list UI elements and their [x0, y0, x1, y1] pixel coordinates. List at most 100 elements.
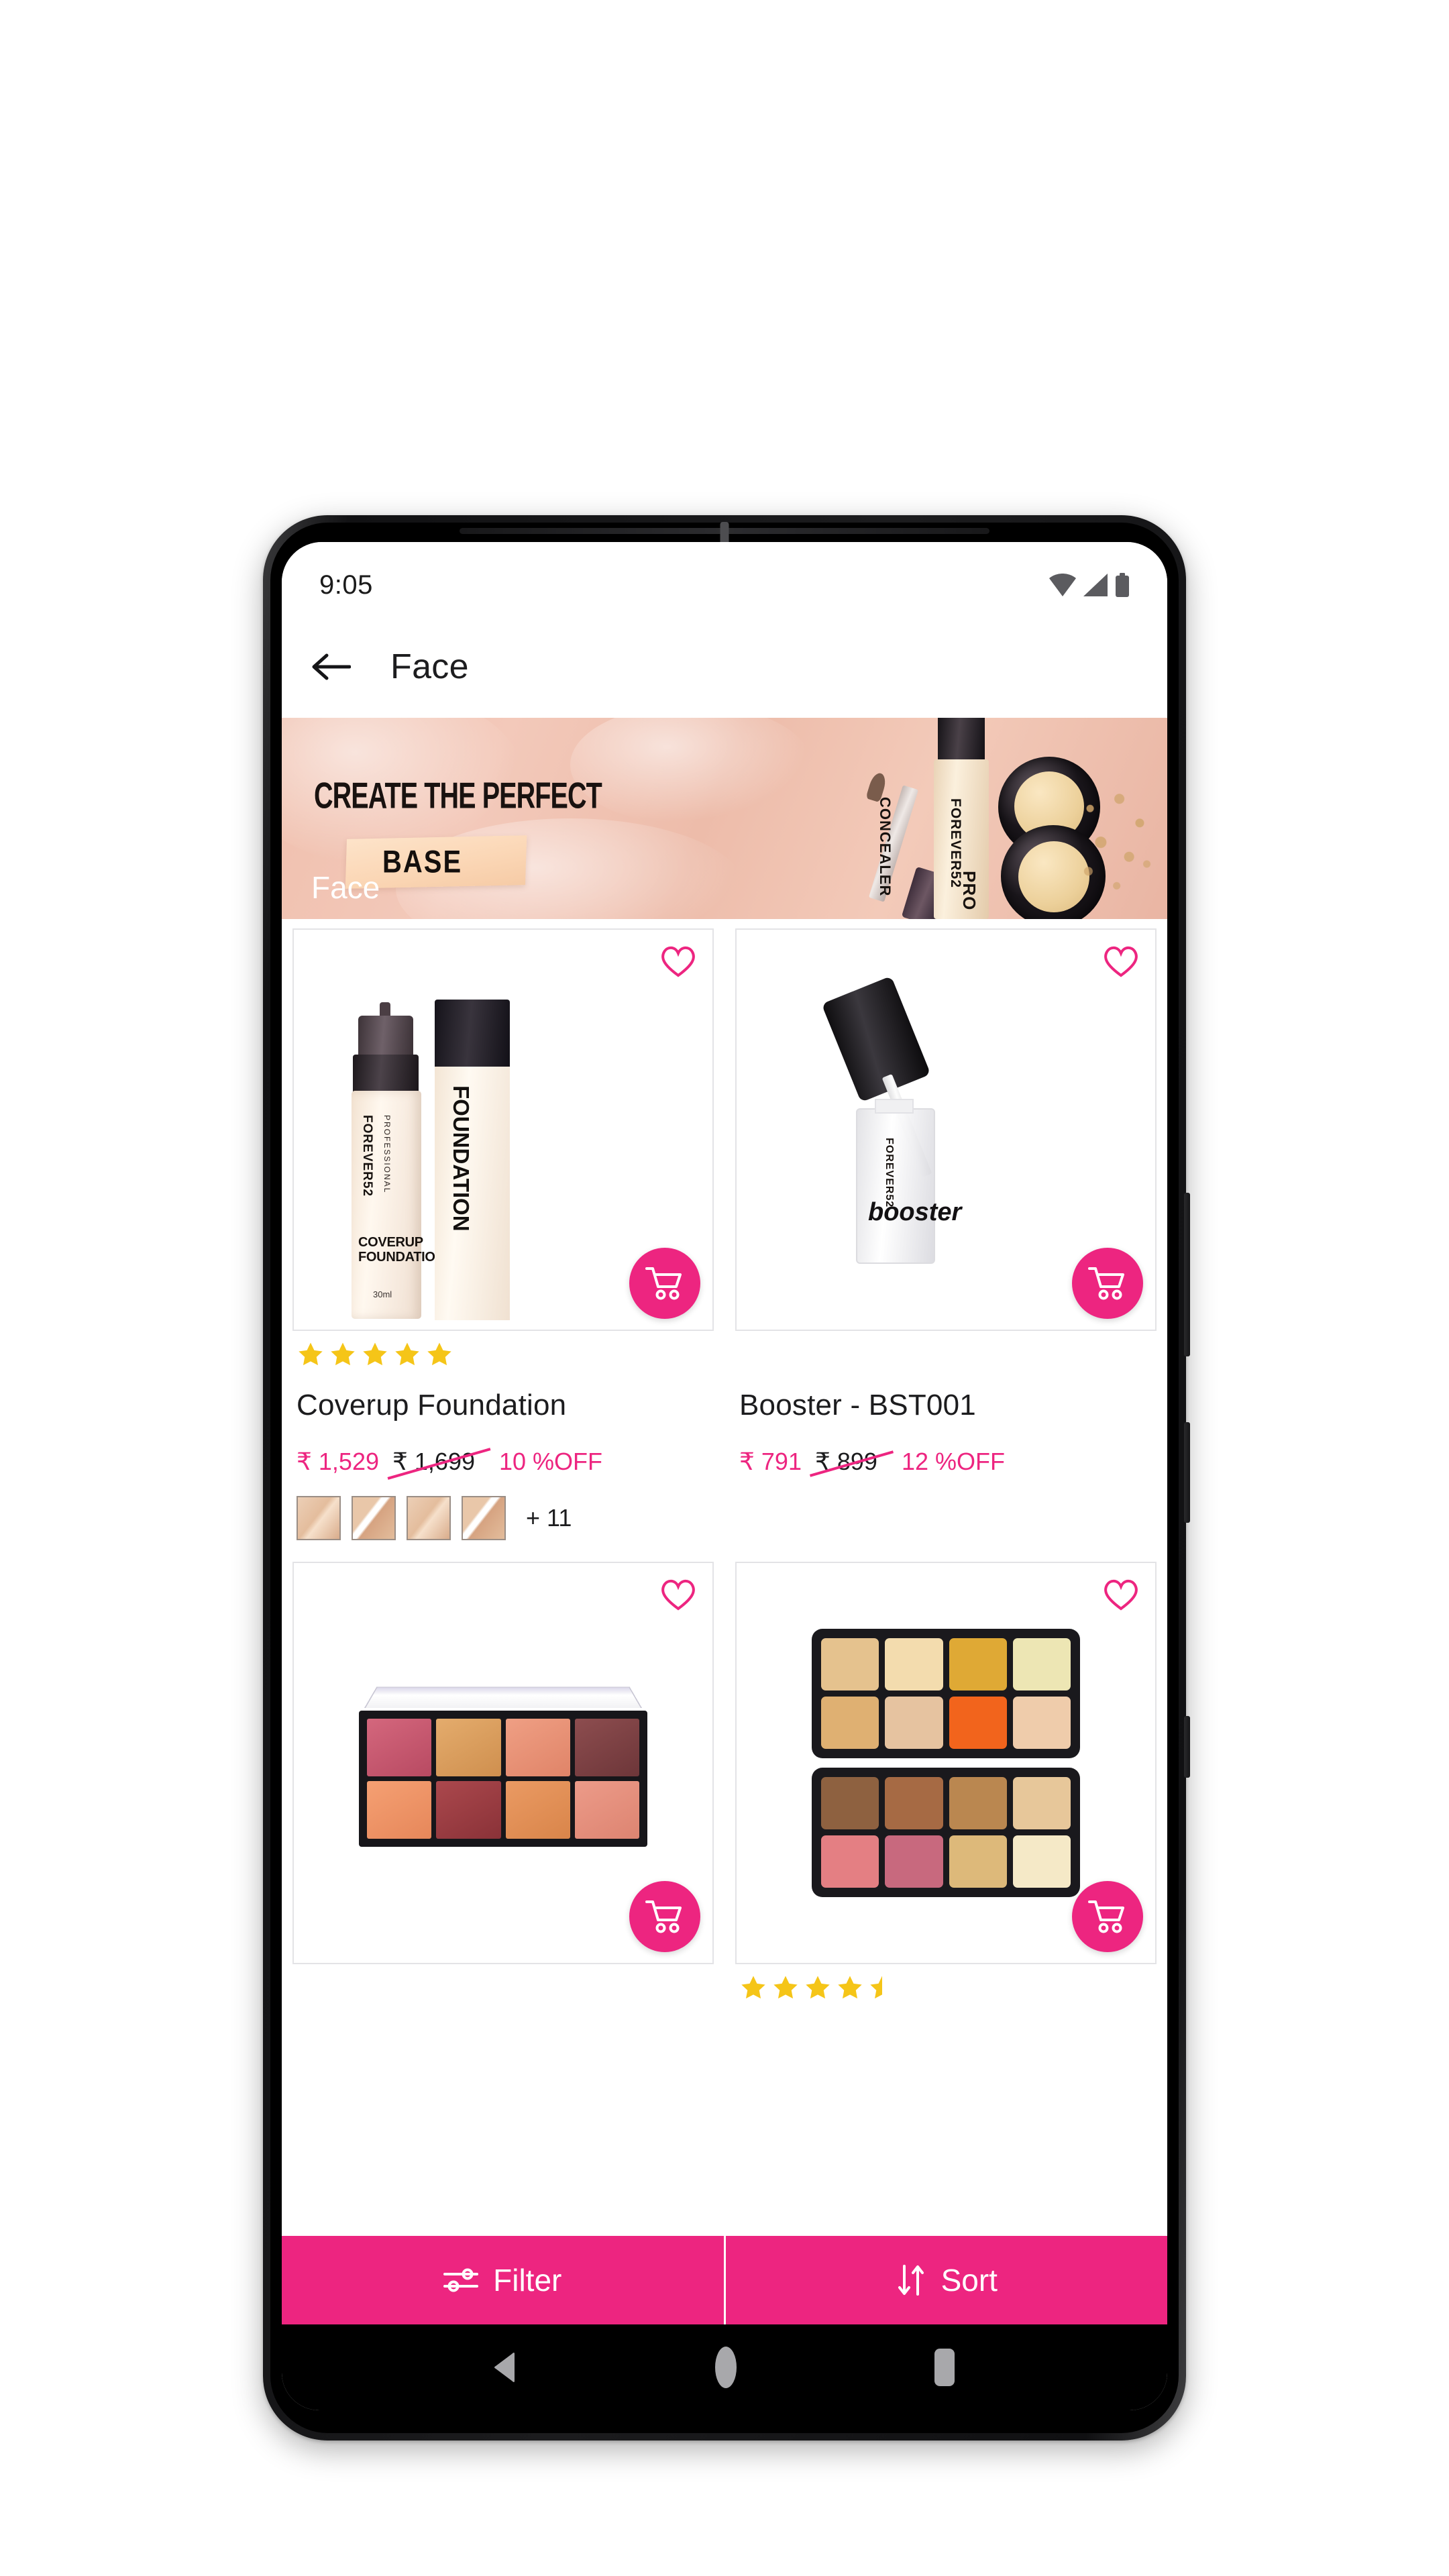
palette-pan: [436, 1718, 501, 1776]
square-recents-icon[interactable]: [932, 2347, 957, 2387]
category-banner[interactable]: CREATE THE PERFECT BASE Face CONCEALER F…: [282, 718, 1167, 919]
shopping-cart-icon: [645, 1267, 682, 1300]
wishlist-button[interactable]: [1100, 941, 1142, 982]
shade-swatch[interactable]: [462, 1496, 506, 1540]
shade-swatch-row: + 11: [297, 1496, 710, 1540]
palette-half-bottom: [812, 1768, 1080, 1897]
status-icons: [1049, 573, 1130, 597]
palette-pan: [436, 1780, 501, 1839]
rating-stars: [739, 1340, 1152, 1368]
heart-outline-icon: [661, 1579, 695, 1611]
more-shades-label[interactable]: + 11: [526, 1504, 572, 1532]
banner-headline: CREATE THE PERFECT: [314, 775, 602, 817]
app-bar: Face: [282, 616, 1167, 718]
star-icon: [838, 1976, 862, 1999]
assistant-button[interactable]: [1184, 1716, 1190, 1778]
sort-arrows-icon: [898, 2265, 924, 2296]
circle-home-icon[interactable]: [712, 2345, 739, 2390]
product-meta: Coverup Foundation ₹ 1,529 ₹ 1,699 10 %O…: [292, 1331, 714, 1540]
back-button[interactable]: [310, 645, 353, 688]
palette-pan: [1012, 1835, 1071, 1888]
price-current: ₹ 1,529: [297, 1448, 379, 1475]
box-cap: [435, 1000, 510, 1069]
palette-pan: [1012, 1697, 1071, 1749]
sort-label: Sort: [941, 2263, 998, 2298]
palette-pan: [367, 1780, 432, 1839]
product-cell-coverup-foundation[interactable]: FOREVER52 PROFESSIONAL COVERUP FOUNDATIO…: [282, 919, 724, 1552]
box-product-label: FOUNDATION: [449, 1085, 474, 1232]
rating-stars: [297, 1340, 710, 1368]
price-current: ₹ 791: [739, 1448, 802, 1475]
shopping-cart-icon: [1088, 1900, 1124, 1933]
star-half-icon: [868, 1974, 896, 2002]
bottle-volume-label: 30ml: [373, 1289, 392, 1299]
filter-sort-bar: Filter Sort: [282, 2236, 1167, 2324]
palette-half-top: [812, 1629, 1080, 1758]
phone-screen: 9:05 Face CREATE THE PERFECT BASE Face C…: [282, 542, 1167, 2410]
add-to-cart-button[interactable]: [629, 1248, 700, 1319]
dropper-cap: [821, 975, 931, 1103]
signal-icon: [1083, 574, 1108, 596]
banner-line-label: PRO: [959, 871, 979, 911]
shade-swatch[interactable]: [407, 1496, 451, 1540]
product-cell-blush-palette[interactable]: [282, 1552, 724, 2034]
booster-brand-label: FOREVER52: [883, 1138, 895, 1208]
product-name[interactable]: Booster - BST001: [739, 1389, 1152, 1422]
power-button[interactable]: [1184, 1422, 1190, 1523]
palette-pan: [885, 1697, 943, 1749]
discount-badge: 12 %OFF: [901, 1448, 1006, 1475]
price-original: ₹ 899: [812, 1448, 880, 1476]
wishlist-button[interactable]: [1100, 1574, 1142, 1615]
price-original: ₹ 1,699: [390, 1448, 478, 1476]
shade-swatch[interactable]: [352, 1496, 396, 1540]
product-image-card[interactable]: [292, 1562, 714, 1964]
palette-pan: [885, 1835, 943, 1888]
product-cell-booster[interactable]: FOREVER52 booster Booster - BST001 ₹ 791…: [724, 919, 1167, 1552]
android-nav-bar: [282, 2324, 1167, 2410]
star-icon: [363, 1342, 387, 1366]
bottle-product-label: COVERUP FOUNDATION: [358, 1235, 445, 1265]
star-icon: [395, 1342, 419, 1366]
wishlist-button[interactable]: [657, 1574, 699, 1615]
palette-pan: [1012, 1638, 1071, 1690]
wishlist-button[interactable]: [657, 941, 699, 982]
palette-pan: [367, 1718, 432, 1776]
product-meta: [735, 1964, 1157, 2002]
palette-pan: [505, 1780, 570, 1839]
shade-swatch[interactable]: [297, 1496, 341, 1540]
page-title: Face: [390, 647, 469, 686]
palette-pan: [1012, 1777, 1071, 1829]
star-icon: [806, 1976, 830, 1999]
product-image-card[interactable]: FOREVER52 booster: [735, 928, 1157, 1331]
add-to-cart-button[interactable]: [1072, 1248, 1143, 1319]
status-time: 9:05: [319, 570, 373, 600]
booster-product-label: booster: [868, 1198, 962, 1226]
star-icon: [773, 1976, 798, 1999]
banner-swirl-3: [570, 718, 812, 825]
product-grid: FOREVER52 PROFESSIONAL COVERUP FOUNDATIO…: [282, 919, 1167, 2034]
filter-button[interactable]: Filter: [282, 2236, 724, 2324]
add-to-cart-button[interactable]: [1072, 1881, 1143, 1952]
sliders-icon: [443, 2268, 479, 2292]
palette-lid: [364, 1686, 642, 1708]
front-camera: [720, 522, 729, 545]
status-bar: 9:05: [282, 542, 1167, 616]
add-to-cart-button[interactable]: [629, 1881, 700, 1952]
price-row: ₹ 1,529 ₹ 1,699 10 %OFF: [297, 1448, 710, 1476]
rating-stars: [739, 1974, 1152, 2002]
product-image-card[interactable]: FOREVER52 PROFESSIONAL COVERUP FOUNDATIO…: [292, 928, 714, 1331]
volume-button[interactable]: [1184, 1193, 1190, 1356]
star-icon: [427, 1342, 451, 1366]
bottle-brand-label: FOREVER52: [360, 1115, 374, 1197]
triangle-back-icon[interactable]: [492, 2351, 520, 2383]
wifi-icon: [1049, 574, 1076, 596]
product-cell-concealer-palette[interactable]: [724, 1552, 1167, 2034]
sort-button[interactable]: Sort: [726, 2236, 1168, 2324]
palette-pan: [505, 1718, 570, 1776]
product-image-card[interactable]: [735, 1562, 1157, 1964]
heart-outline-icon: [661, 946, 695, 977]
palette-pan: [949, 1835, 1007, 1888]
banner-subheadline: BASE: [382, 845, 463, 879]
product-name[interactable]: Coverup Foundation: [297, 1389, 710, 1422]
heart-outline-icon: [1104, 946, 1138, 977]
